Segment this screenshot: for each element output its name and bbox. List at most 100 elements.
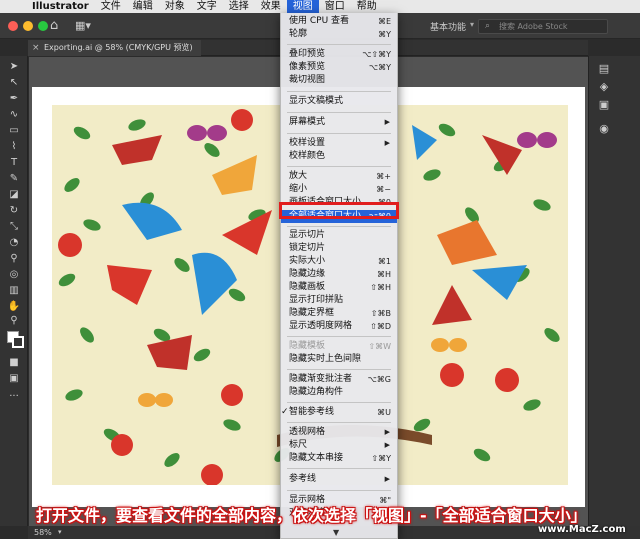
menu-separator <box>287 112 391 113</box>
menu-item-hide-bounding-box[interactable]: 隐藏定界框 ⇧⌘B <box>281 308 397 319</box>
menu-separator <box>287 402 391 403</box>
zoom-tool-icon[interactable]: ⚲ <box>6 314 22 328</box>
menu-item-outline[interactable]: 轮廓 ⌘Y <box>281 29 397 40</box>
menu-separator <box>287 91 391 92</box>
menu-object[interactable]: 对象 <box>159 0 191 13</box>
document-tab[interactable]: × Exporting.ai @ 58% (CMYK/GPU 预览) <box>28 40 201 56</box>
menu-item-show-slices[interactable]: 显示切片 <box>281 230 397 241</box>
menu-separator <box>287 422 391 423</box>
curvature-tool-icon[interactable]: ∿ <box>6 108 22 122</box>
menu-window[interactable]: 窗口 <box>319 0 351 13</box>
workspace-switcher[interactable]: 基本功能 <box>430 20 466 33</box>
libraries-panel-icon[interactable]: ▣ <box>597 98 611 112</box>
tutorial-caption: 打开文件，要查看文件的全部内容，依次选择「视图」-「全部适合窗口大小」 <box>36 506 587 525</box>
direct-selection-tool-icon[interactable]: ↖ <box>6 76 22 90</box>
pen-tool-icon[interactable]: ✒ <box>6 92 22 106</box>
menu-item-cpu-view[interactable]: 使用 CPU 查看 ⌘E <box>281 16 397 27</box>
menu-item-rulers[interactable]: 标尺 ▶ <box>281 440 397 451</box>
menu-item-proof-colors[interactable]: 校样颜色 <box>281 151 397 162</box>
pencil-tool-icon[interactable]: ✎ <box>6 172 22 186</box>
arrange-documents-icon[interactable]: ▦▾ <box>75 19 91 32</box>
stock-search-input[interactable] <box>499 21 604 32</box>
menu-item-zoom-in[interactable]: 放大 ⌘+ <box>281 171 397 182</box>
menu-item-show-print-tiling[interactable]: 显示打印拼贴 <box>281 295 397 306</box>
system-menubar: Illustrator 文件 编辑 对象 文字 选择 效果 视图 窗口 帮助 <box>0 0 640 13</box>
minimize-window-button[interactable] <box>23 21 33 31</box>
selection-tool-icon[interactable]: ➤ <box>6 60 22 74</box>
menu-item-pixel-preview[interactable]: 像素预览 ⌥⌘Y <box>281 62 397 73</box>
menu-separator <box>287 369 391 370</box>
zoom-window-button[interactable] <box>38 21 48 31</box>
menu-type[interactable]: 文字 <box>191 0 223 13</box>
menu-separator <box>287 336 391 337</box>
submenu-arrow-icon: ▶ <box>384 428 390 436</box>
view-menu-dropdown: 使用 CPU 查看 ⌘E 轮廓 ⌘Y 叠印预览 ⌥⇧⌘Y 像素预览 ⌥⌘Y 裁切视图 显… <box>280 13 398 539</box>
close-window-button[interactable] <box>8 21 18 31</box>
properties-panel-icon[interactable]: ▤ <box>597 62 611 76</box>
more-tools-icon[interactable]: ··· <box>6 390 22 404</box>
menu-effect[interactable]: 效果 <box>255 0 287 13</box>
menu-select[interactable]: 选择 <box>223 0 255 13</box>
submenu-arrow-icon: ▶ <box>384 139 390 147</box>
hand-tool-icon[interactable]: ✋ <box>6 300 22 314</box>
menu-separator <box>287 166 391 167</box>
watermark: www.MacZ.com <box>538 524 626 535</box>
close-icon[interactable]: × <box>32 40 40 56</box>
menu-item-zoom-out[interactable]: 缩小 ⌘− <box>281 184 397 195</box>
highlight-annotation-box <box>279 202 399 219</box>
menu-separator <box>287 133 391 134</box>
menu-item-hide-gradient-annotator[interactable]: 隐藏渐变批注者 ⌥⌘G <box>281 374 397 385</box>
menu-item-perspective-grid[interactable]: 透视网格 ▶ <box>281 427 397 438</box>
menu-help[interactable]: 帮助 <box>351 0 383 13</box>
shape-builder-tool-icon[interactable]: ◔ <box>6 236 22 250</box>
menu-item-hide-text-threads[interactable]: 隐藏文本串接 ⇧⌘Y <box>281 453 397 464</box>
menu-separator <box>287 490 391 491</box>
scale-tool-icon[interactable]: ⤡ <box>6 220 22 234</box>
menu-separator <box>287 468 391 469</box>
menu-item-hide-live-paint-gaps[interactable]: 隐藏实时上色间隙 <box>281 354 397 365</box>
menu-item-hide-template: 隐藏模板 ⇧⌘W <box>289 341 391 351</box>
menu-item-smart-guides[interactable]: ✓ 智能参考线 ⌘U <box>281 407 397 418</box>
blend-tool-icon[interactable]: ◎ <box>6 268 22 282</box>
menu-app[interactable]: Illustrator <box>26 0 95 13</box>
checkmark-icon: ✓ <box>281 407 289 417</box>
home-icon[interactable]: ⌂ <box>50 18 58 33</box>
layers-panel-icon[interactable]: ◈ <box>597 80 611 94</box>
submenu-arrow-icon: ▶ <box>384 441 390 449</box>
graph-tool-icon[interactable]: ▥ <box>6 284 22 298</box>
menu-item-screen-mode[interactable]: 屏幕模式 ▶ <box>281 117 397 128</box>
eyedropper-tool-icon[interactable]: ⚲ <box>6 252 22 266</box>
menu-item-hide-corner-widget[interactable]: 隐藏边角构件 <box>281 387 397 398</box>
menu-separator <box>287 226 391 227</box>
chevron-down-icon[interactable]: ▾ <box>470 20 474 29</box>
menu-separator <box>287 44 391 45</box>
menu-item-lock-slices[interactable]: 锁定切片 <box>281 243 397 254</box>
submenu-arrow-icon: ▶ <box>384 475 390 483</box>
tools-panel: ➤ ↖ ✒ ∿ ▭ ⌇ T ✎ ◪ ↻ ⤡ ◔ ⚲ ◎ ▥ ✋ ⚲ ■ ▣ ··… <box>0 56 28 526</box>
menu-item-overprint-preview[interactable]: 叠印预览 ⌥⇧⌘Y <box>281 49 397 60</box>
search-icon: ⌕ <box>485 21 491 31</box>
document-tab-label: Exporting.ai @ 58% (CMYK/GPU 预览) <box>44 43 193 52</box>
menu-edit[interactable]: 编辑 <box>127 0 159 13</box>
menu-item-hide-edges[interactable]: 隐藏边缘 ⌘H <box>281 269 397 280</box>
color-mode-icon[interactable]: ■ <box>6 356 22 370</box>
stroke-swatch[interactable] <box>12 336 24 348</box>
rotate-tool-icon[interactable]: ↻ <box>6 204 22 218</box>
screen-mode-icon[interactable]: ▣ <box>6 372 22 386</box>
menu-file[interactable]: 文件 <box>95 0 127 13</box>
eraser-tool-icon[interactable]: ◪ <box>6 188 22 202</box>
menu-item-trim-view[interactable]: 裁切视图 <box>281 75 397 86</box>
menu-item-hide-artboards[interactable]: 隐藏画板 ⇧⌘H <box>281 282 397 293</box>
paintbrush-tool-icon[interactable]: ⌇ <box>6 140 22 154</box>
menu-view[interactable]: 视图 <box>286 0 319 13</box>
rectangle-tool-icon[interactable]: ▭ <box>6 124 22 138</box>
menu-item-presentation-mode[interactable]: 显示文稿模式 <box>281 96 397 107</box>
type-tool-icon[interactable]: T <box>6 156 22 170</box>
color-panel-icon[interactable]: ◉ <box>597 122 611 136</box>
submenu-arrow-icon: ▶ <box>384 118 390 126</box>
menu-item-show-transparency-grid[interactable]: 显示透明度网格 ⇧⌘D <box>281 321 397 332</box>
menu-item-actual-size[interactable]: 实际大小 ⌘1 <box>281 256 397 267</box>
menu-item-proof-setup[interactable]: 校样设置 ▶ <box>281 138 397 149</box>
stock-search[interactable]: ⌕ <box>478 19 608 34</box>
menu-item-guides[interactable]: 参考线 ▶ <box>281 474 397 485</box>
